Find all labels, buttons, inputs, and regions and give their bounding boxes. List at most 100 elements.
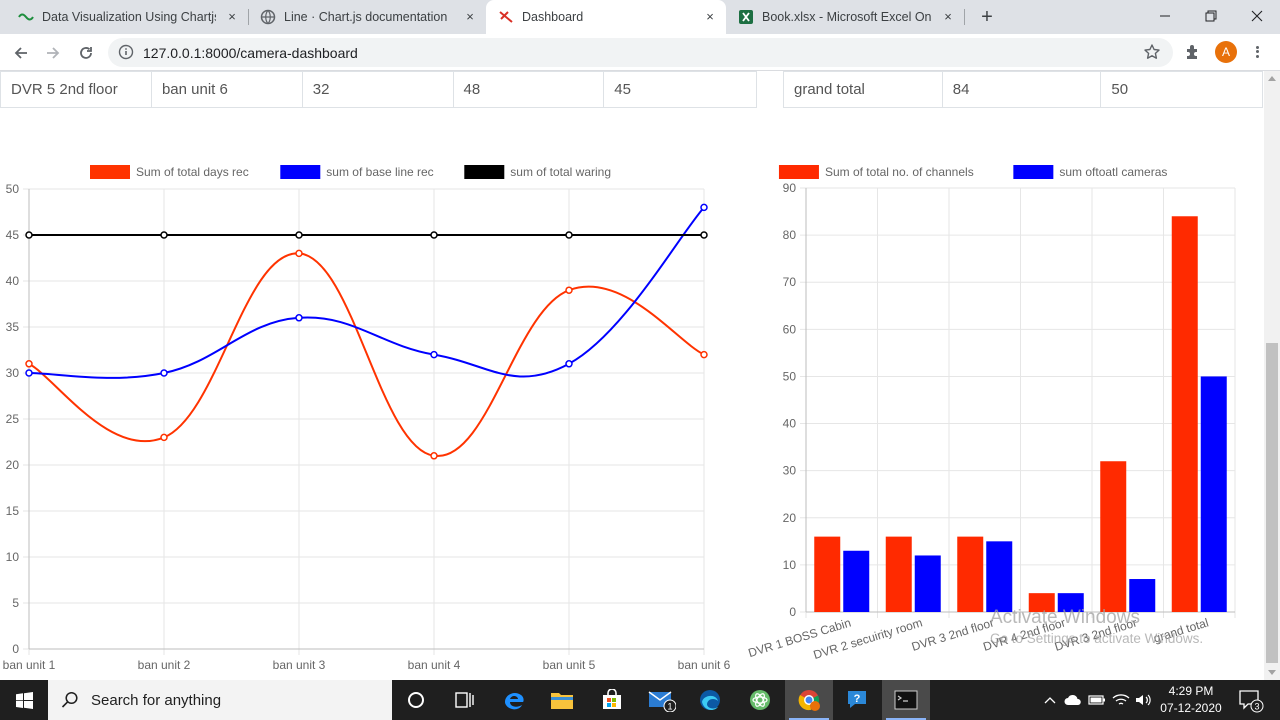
taskbar-search-box[interactable]: Search for anything [48, 680, 392, 720]
y-tick-label: 60 [783, 322, 797, 336]
taskbar-clock[interactable]: 4:29 PM 07-12-2020 [1156, 683, 1226, 717]
y-tick-label: 40 [6, 274, 20, 288]
y-tick-label: 10 [6, 550, 20, 564]
clock-date: 07-12-2020 [1160, 701, 1222, 715]
globe-icon [260, 9, 276, 25]
extensions-puzzle-icon[interactable] [1184, 43, 1202, 61]
legend-swatch [280, 165, 321, 179]
tab-title: Line · Chart.js documentation [284, 10, 448, 24]
x-tick-label: DVR 3 2nd floor [1053, 615, 1139, 653]
bar-chart: 0102030405060708090DVR 1 BOSS CabinDVR 2… [746, 165, 1236, 662]
battery-icon[interactable] [1086, 680, 1108, 720]
restore-window-icon[interactable] [1188, 4, 1234, 28]
y-tick-label: 20 [783, 511, 797, 525]
browser-menu-icon[interactable] [1250, 41, 1264, 63]
scroll-up-arrow-icon[interactable] [1268, 76, 1276, 81]
data-point [295, 314, 303, 322]
profile-avatar[interactable]: A [1215, 41, 1237, 63]
x-tick-label: ban unit 6 [678, 658, 731, 672]
x-tick-label: ban unit 1 [3, 658, 56, 672]
windows-start-icon[interactable] [0, 680, 48, 720]
address-bar[interactable]: 127.0.0.1:8000/camera-dashboard [108, 38, 1173, 67]
url-text[interactable]: 127.0.0.1:8000/camera-dashboard [143, 45, 358, 61]
tab-close-icon[interactable]: × [224, 9, 240, 25]
data-point [700, 231, 708, 239]
new-tab-button[interactable]: + [976, 6, 998, 28]
page-scrollbar[interactable] [1264, 71, 1280, 680]
line-chart: 0 5 10 15 20 25 30 35 40 45 50 ban unit 1 ban unit 2… [3, 165, 731, 672]
bar [914, 555, 941, 612]
cortana-icon[interactable] [392, 680, 440, 720]
data-point [295, 249, 303, 258]
minimize-window-icon[interactable] [1142, 4, 1188, 28]
data-point [430, 350, 438, 359]
edge-legacy-icon[interactable] [490, 680, 538, 720]
tab-title: Dashboard [522, 10, 584, 24]
y-tick-label: 0 [789, 605, 796, 619]
terminal-icon[interactable] [882, 680, 930, 720]
y-tick-label: 5 [12, 596, 19, 610]
scroll-down-arrow-icon[interactable] [1268, 670, 1276, 675]
bar [957, 536, 984, 612]
excel-icon [738, 9, 754, 25]
tab-close-icon[interactable]: × [462, 9, 478, 25]
scrollbar-thumb[interactable] [1266, 343, 1278, 663]
page-viewport: DVR 5 2nd floor ban unit 6 32 48 45 gran… [0, 71, 1264, 680]
y-tick-label: 50 [783, 369, 797, 383]
tab-data-visualization[interactable]: Data Visualization Using Chartjs and × [6, 0, 248, 34]
data-point [295, 231, 303, 239]
bar [1171, 216, 1198, 612]
bar [814, 536, 841, 612]
svg-text:?: ? [854, 693, 861, 705]
notification-center-icon[interactable]: 3 [1234, 680, 1268, 720]
reload-icon[interactable] [73, 40, 99, 66]
bar [1129, 579, 1156, 612]
forward-arrow-icon[interactable] [40, 40, 66, 66]
mail-icon[interactable]: 1 [638, 680, 686, 720]
volume-icon[interactable] [1132, 680, 1154, 720]
windows-taskbar: Search for anything 1 ? 4:29 PM 07-12-20… [0, 680, 1280, 720]
chevron-up-icon[interactable] [1040, 680, 1060, 720]
file-explorer-icon[interactable] [538, 680, 586, 720]
y-tick-label: 10 [783, 558, 797, 572]
y-tick-label: 50 [6, 182, 20, 196]
data-point [430, 231, 438, 239]
x-tick-label: ban unit 3 [273, 658, 326, 672]
close-window-icon[interactable] [1234, 4, 1280, 28]
tab-chartjs-docs[interactable]: Line · Chart.js documentation × [248, 0, 486, 34]
weather-cloud-icon[interactable] [1062, 680, 1084, 720]
tab-excel-online[interactable]: Book.xlsx - Microsoft Excel Online × [726, 0, 964, 34]
search-placeholder: Search for anything [91, 691, 222, 709]
y-tick-label: 20 [6, 458, 20, 472]
wifi-icon[interactable] [1110, 680, 1132, 720]
tab-close-icon[interactable]: × [702, 9, 718, 25]
search-icon [61, 691, 79, 709]
bar [1057, 593, 1084, 612]
bar [1028, 593, 1055, 612]
bookmark-star-icon[interactable] [1143, 43, 1161, 61]
data-point [25, 369, 33, 377]
tab-close-icon[interactable]: × [940, 9, 956, 25]
data-point [430, 452, 438, 460]
edge-chromium-icon[interactable] [686, 680, 734, 720]
x-tick-label: grand total [1152, 615, 1210, 645]
dashboard-favicon-icon [498, 9, 514, 25]
data-point [565, 286, 573, 294]
help-chat-icon[interactable]: ? [834, 680, 882, 720]
site-info-icon[interactable] [118, 44, 134, 60]
y-tick-label: 40 [783, 417, 797, 431]
x-tick-label: ban unit 4 [408, 658, 461, 672]
atom-editor-icon[interactable] [736, 680, 784, 720]
task-view-icon[interactable] [440, 680, 488, 720]
data-point [160, 231, 168, 239]
bar [1200, 376, 1227, 612]
tab-dashboard[interactable]: Dashboard × [486, 0, 726, 34]
bar [986, 541, 1013, 612]
legend-swatch [1013, 165, 1054, 179]
back-arrow-icon[interactable] [8, 40, 34, 66]
chrome-icon[interactable] [785, 680, 833, 720]
data-point [700, 350, 708, 359]
browser-tab-strip: Data Visualization Using Chartjs and × L… [0, 0, 1280, 34]
data-point [160, 369, 168, 377]
microsoft-store-icon[interactable] [588, 680, 636, 720]
